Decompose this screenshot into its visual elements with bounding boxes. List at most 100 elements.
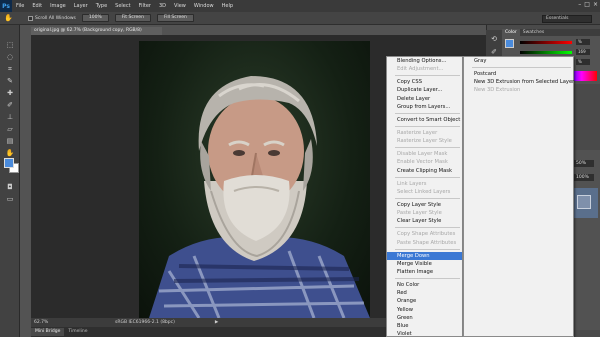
photoshop-logo: Ps xyxy=(0,0,12,12)
menu-item-no-color[interactable]: No Color xyxy=(387,281,462,289)
menu-separator xyxy=(395,225,460,229)
close-icon[interactable]: × xyxy=(593,1,598,8)
green-slider[interactable] xyxy=(520,51,572,54)
menu-edit[interactable]: Edit xyxy=(28,3,46,9)
window-controls: – □ × xyxy=(578,1,598,8)
menu-separator xyxy=(395,73,460,77)
menu-bar: Ps File Edit Image Layer Type Select Fil… xyxy=(0,0,600,12)
tab-color[interactable]: Color xyxy=(502,29,520,36)
menu-separator xyxy=(395,111,460,114)
tools-panel: ⬚ ◌ ⌗ ✎ ✚ ✐ ⊥ ▱ ▤ ✋ ◘ ▭ xyxy=(0,25,20,337)
menu-layer[interactable]: Layer xyxy=(70,3,92,9)
menu-item-edit-adjustment: Edit Adjustment... xyxy=(397,66,444,73)
menu-item-copy-shape-attributes: Copy Shape Attributes xyxy=(397,231,456,238)
workspace-select[interactable]: Essentials xyxy=(542,15,592,23)
fill-screen-button[interactable]: Fill Screen xyxy=(156,14,194,22)
crop-icon[interactable]: ⌗ xyxy=(4,65,16,74)
tab-timeline[interactable]: Timeline xyxy=(64,328,91,336)
document-tab[interactable]: original.jpg @ 62.7% (Background copy, R… xyxy=(31,27,162,35)
menu-item-flatten-image[interactable]: Flatten Image xyxy=(387,268,462,276)
blue-value[interactable]: % xyxy=(576,59,590,65)
menu-item-create-clipping-mask[interactable]: Create Clipping Mask xyxy=(387,167,462,175)
menu-item-new-3d-extrusion-from-selected-layer[interactable]: New 3D Extrusion from Selected Layer xyxy=(464,78,574,86)
menu-item-postcard[interactable]: Postcard xyxy=(464,70,573,78)
eraser-icon[interactable]: ▱ xyxy=(4,125,16,134)
menu-separator xyxy=(395,175,460,178)
menu-item-clear-layer-style[interactable]: Clear Layer Style xyxy=(387,217,462,225)
options-bar: ✋ Scroll All Windows 100% Fit Screen Fil… xyxy=(0,12,600,25)
panel-foreground-swatch[interactable] xyxy=(505,39,514,48)
quick-mask-icon[interactable]: ◘ xyxy=(4,183,16,192)
menu-item-blue[interactable]: Blue xyxy=(387,322,462,330)
tab-swatches[interactable]: Swatches xyxy=(520,29,548,36)
menu-select[interactable]: Select xyxy=(111,3,134,9)
color-panel-tabs: Color Swatches xyxy=(502,29,600,36)
red-slider[interactable] xyxy=(520,41,572,44)
menu-item-convert-to-smart-object[interactable]: Convert to Smart Object xyxy=(387,116,462,124)
clone-stamp-icon[interactable]: ⊥ xyxy=(4,113,16,122)
menu-help[interactable]: Help xyxy=(218,3,237,9)
tab-mini-bridge[interactable]: Mini Bridge xyxy=(31,328,65,336)
menu-window[interactable]: Window xyxy=(190,3,218,9)
maximize-icon[interactable]: □ xyxy=(584,1,590,8)
menu-image[interactable]: Image xyxy=(46,3,70,9)
canvas-image[interactable] xyxy=(139,41,370,318)
menu-item-delete-layer[interactable]: Delete Layer xyxy=(387,95,462,103)
menu-item-enable-vector-mask: Enable Vector Mask xyxy=(397,159,448,166)
red-value[interactable]: % xyxy=(576,39,590,45)
menu-item-select-linked-layers: Select Linked Layers xyxy=(397,188,451,195)
menu-item-duplicate-layer[interactable]: Duplicate Layer... xyxy=(387,86,462,94)
marquee-icon[interactable]: ⬚ xyxy=(4,41,16,50)
gradient-icon[interactable]: ▤ xyxy=(4,137,16,146)
selected-layer-row[interactable] xyxy=(572,188,598,218)
menu-item-gray[interactable]: Gray xyxy=(464,57,573,65)
menu-3d[interactable]: 3D xyxy=(155,3,170,9)
eyedropper-icon[interactable]: ✎ xyxy=(4,77,16,86)
menu-filter[interactable]: Filter xyxy=(135,3,155,9)
menu-file[interactable]: File xyxy=(12,3,28,9)
menu-separator xyxy=(395,124,460,127)
menu-separator xyxy=(395,196,460,199)
zoom-level[interactable]: 62.7% xyxy=(31,320,55,325)
menu-item-merge-visible[interactable]: Merge Visible xyxy=(387,260,462,268)
layer-context-menu: Blending Options... Edit Adjustment... Cop… xyxy=(386,56,463,337)
scroll-all-checkbox[interactable] xyxy=(28,15,33,21)
layer-thumbnail xyxy=(577,195,591,209)
opacity-field[interactable]: 50% xyxy=(574,160,594,167)
layer-context-menu-right-column: Gray Postcard New 3D Extrusion from Select… xyxy=(463,56,574,337)
brush-icon[interactable]: ✐ xyxy=(4,101,16,110)
menu-view[interactable]: View xyxy=(170,3,190,9)
menu-separator xyxy=(395,247,460,250)
menu-item-copy-css[interactable]: Copy CSS xyxy=(387,78,462,86)
menu-item-disable-layer-mask: Disable Layer Mask xyxy=(397,151,448,158)
menu-item-orange[interactable]: Orange xyxy=(387,297,462,305)
menu-separator xyxy=(472,65,571,69)
menu-separator xyxy=(395,276,460,280)
lasso-icon[interactable]: ◌ xyxy=(4,53,16,62)
menu-type[interactable]: Type xyxy=(92,3,111,9)
hand-tool-icon[interactable]: ✋ xyxy=(4,14,14,23)
fit-screen-button[interactable]: Fit Screen xyxy=(114,14,151,22)
menu-item-new-3d-extrusion: New 3D Extrusion xyxy=(474,87,521,94)
healing-brush-icon[interactable]: ✚ xyxy=(4,89,16,98)
arrow-right-icon[interactable]: ▶ xyxy=(215,320,218,325)
history-icon[interactable]: ⟲ xyxy=(488,35,500,44)
green-value[interactable]: 169 xyxy=(576,49,590,55)
menu-item-green[interactable]: Green xyxy=(387,314,462,322)
foreground-color-swatch[interactable] xyxy=(4,158,14,168)
minimize-icon[interactable]: – xyxy=(578,1,581,8)
document-info[interactable]: sRGB IEC61966-2.1 (8bpc) xyxy=(115,320,175,325)
fill-field[interactable]: 100% xyxy=(574,174,594,181)
portrait-image xyxy=(149,76,370,318)
menu-item-red[interactable]: Red xyxy=(387,289,462,297)
menu-item-blending-options[interactable]: Blending Options... xyxy=(387,57,462,65)
zoom-100-button[interactable]: 100% xyxy=(81,14,109,22)
menu-item-merge-down[interactable]: Merge Down xyxy=(387,251,462,260)
screen-mode-icon[interactable]: ▭ xyxy=(4,195,16,204)
menu-item-group-from-layers[interactable]: Group from Layers... xyxy=(387,103,462,111)
menu-item-violet[interactable]: Violet xyxy=(387,330,462,337)
menu-item-link-layers: Link Layers xyxy=(397,180,427,187)
menu-item-copy-layer-style[interactable]: Copy Layer Style xyxy=(387,201,462,209)
menu-item-yellow[interactable]: Yellow xyxy=(387,306,462,314)
hand-icon[interactable]: ✋ xyxy=(4,149,16,158)
